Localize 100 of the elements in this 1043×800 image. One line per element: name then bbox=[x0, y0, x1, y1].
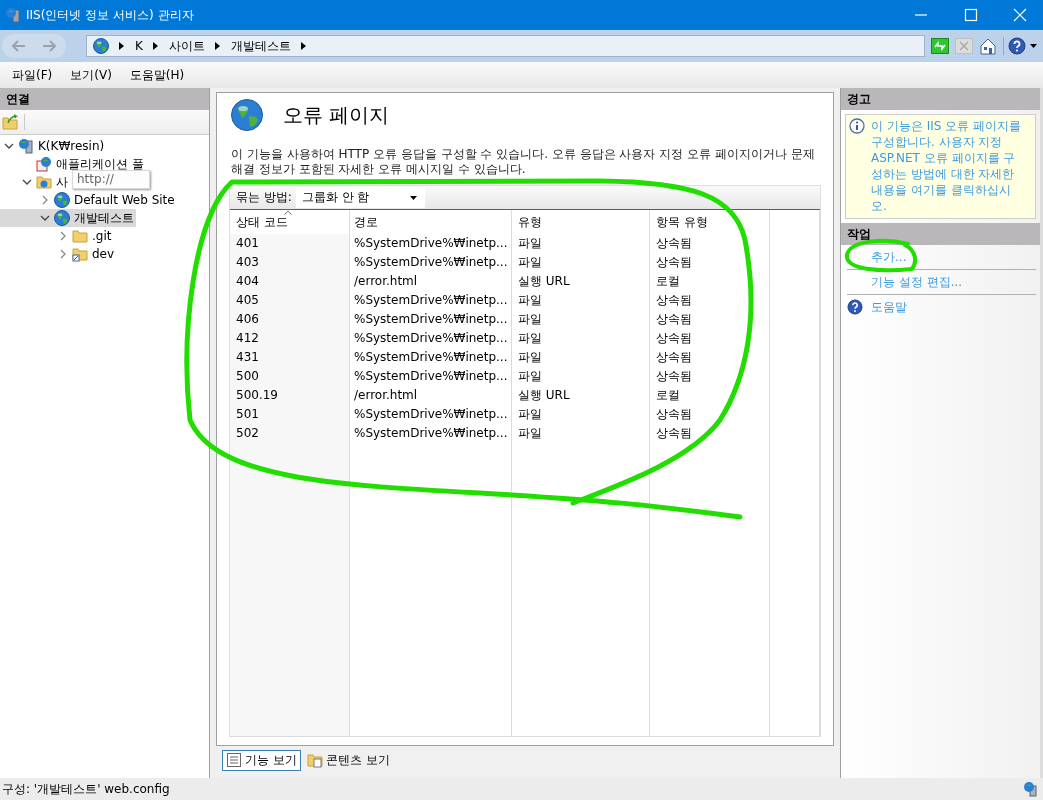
help-icon[interactable] bbox=[1008, 37, 1026, 55]
table-cell: 상속됨 bbox=[650, 253, 770, 272]
table-cell: 상속됨 bbox=[650, 234, 770, 253]
table-cell: 파일 bbox=[512, 405, 650, 424]
table-cell: 상속됨 bbox=[650, 405, 770, 424]
application-pool-icon bbox=[36, 156, 52, 172]
table-cell: 파일 bbox=[512, 253, 650, 272]
table-cell: 상속됨 bbox=[650, 348, 770, 367]
table-cell: %SystemDrive%₩inetp... bbox=[350, 234, 512, 253]
info-icon bbox=[849, 118, 865, 134]
collapse-icon[interactable] bbox=[4, 141, 14, 151]
globe-icon bbox=[231, 99, 263, 131]
tree-item[interactable]: 개발테스트 bbox=[0, 209, 136, 227]
table-cell: %SystemDrive%₩inetp... bbox=[350, 291, 512, 310]
connect-icon[interactable] bbox=[2, 114, 18, 130]
table-cell: 실행 URL bbox=[512, 272, 650, 291]
table-cell: 403 bbox=[230, 253, 350, 272]
arrow-icon[interactable] bbox=[300, 42, 307, 50]
table-cell: /error.html bbox=[350, 386, 512, 405]
breadcrumb-item[interactable]: K bbox=[135, 39, 143, 53]
status-text: 구성: '개발테스트' web.config bbox=[2, 780, 170, 798]
menu-item[interactable]: 보기(V) bbox=[68, 64, 114, 86]
table-cell: 파일 bbox=[512, 291, 650, 310]
arrow-icon[interactable] bbox=[152, 42, 159, 50]
menu-item[interactable]: 파일(F) bbox=[10, 64, 55, 86]
caret-icon[interactable] bbox=[1030, 44, 1037, 48]
close-icon[interactable] bbox=[1012, 7, 1028, 23]
address-bar[interactable]: K 사이트 개발테스트 bbox=[86, 35, 925, 57]
maximize-icon[interactable] bbox=[962, 7, 978, 23]
sort-icon[interactable] bbox=[284, 210, 292, 215]
table-cell: 파일 bbox=[512, 329, 650, 348]
table-cell: 실행 URL bbox=[512, 386, 650, 405]
arrow-icon[interactable] bbox=[214, 42, 221, 50]
table-cell: /error.html bbox=[350, 272, 512, 291]
tree-item[interactable]: dev bbox=[0, 245, 117, 263]
table-cell: 500 bbox=[230, 367, 350, 386]
breadcrumb-item[interactable]: 사이트 bbox=[168, 37, 205, 55]
panel-header: 경고 bbox=[841, 88, 1040, 110]
table-cell: 상속됨 bbox=[650, 329, 770, 348]
feature-description: 이 기능을 사용하여 HTTP 오류 응답을 구성할 수 있습니다. 오류 응답은 사용자 지정 오류 페이지이거나 문제 해결 정보가 포함된 자세한 오류 메시지일 수 있습니다. bbox=[231, 147, 816, 177]
home-icon[interactable] bbox=[979, 37, 997, 55]
view-tab[interactable]: 기능 보기 bbox=[222, 749, 301, 771]
table-cell: %SystemDrive%₩inetp... bbox=[350, 405, 512, 424]
view-tab[interactable]: 콘텐츠 보기 bbox=[302, 749, 394, 771]
server-icon bbox=[1023, 781, 1039, 797]
table-cell: 404 bbox=[230, 272, 350, 291]
panel-header: 연결 bbox=[0, 88, 209, 110]
globe-icon bbox=[54, 210, 70, 226]
table-cell: 상속됨 bbox=[650, 310, 770, 329]
table-cell: 파일 bbox=[512, 367, 650, 386]
caret-icon[interactable] bbox=[409, 195, 417, 200]
column-header[interactable]: 유형 bbox=[512, 210, 650, 234]
arrow-icon[interactable] bbox=[119, 42, 125, 50]
column-header[interactable]: 항목 유형 bbox=[650, 210, 770, 234]
expand-icon[interactable] bbox=[40, 195, 50, 205]
table-cell: 상속됨 bbox=[650, 424, 770, 443]
table-cell: 로컬 bbox=[650, 272, 770, 291]
features-view-icon bbox=[226, 752, 242, 768]
table-cell: 상속됨 bbox=[650, 367, 770, 386]
tree-item[interactable]: K(K₩resin) bbox=[0, 137, 107, 155]
table-cell: 파일 bbox=[512, 348, 650, 367]
help-icon[interactable] bbox=[847, 299, 863, 315]
server-icon bbox=[18, 138, 34, 154]
group-by-dropdown[interactable]: 그룹화 안 함 bbox=[295, 187, 425, 208]
refresh-icon[interactable] bbox=[931, 38, 949, 54]
table-cell: 412 bbox=[230, 329, 350, 348]
panel-header: 작업 bbox=[841, 223, 1040, 245]
table-cell: 파일 bbox=[512, 234, 650, 253]
table-cell: %SystemDrive%₩inetp... bbox=[350, 253, 512, 272]
help-menu-button[interactable] bbox=[1003, 37, 1037, 55]
tooltip: http:// bbox=[72, 170, 150, 189]
table-cell: %SystemDrive%₩inetp... bbox=[350, 329, 512, 348]
table-cell: 파일 bbox=[512, 310, 650, 329]
app-icon bbox=[4, 6, 22, 24]
table-cell: 500.19 bbox=[230, 386, 350, 405]
window-title: IIS(인터넷 정보 서비스) 관리자 bbox=[26, 6, 194, 24]
column-header[interactable]: 경로 bbox=[350, 210, 512, 234]
table-cell: 501 bbox=[230, 405, 350, 424]
table-cell: 405 bbox=[230, 291, 350, 310]
table-cell: 상속됨 bbox=[650, 291, 770, 310]
table-cell: 406 bbox=[230, 310, 350, 329]
shortcut-folder-icon bbox=[72, 246, 88, 262]
tree-item[interactable]: 애플리케이션 풀 bbox=[0, 155, 146, 173]
breadcrumb-item[interactable]: 개발테스트 bbox=[230, 37, 291, 55]
globe-icon bbox=[93, 38, 109, 54]
table-cell: 로컬 bbox=[650, 386, 770, 405]
table-cell: 401 bbox=[230, 234, 350, 253]
table-cell: 파일 bbox=[512, 424, 650, 443]
menu-item[interactable]: 도움말(H) bbox=[127, 64, 187, 86]
table-cell: %SystemDrive%₩inetp... bbox=[350, 348, 512, 367]
collapse-icon[interactable] bbox=[22, 177, 32, 187]
folder-icon bbox=[72, 229, 88, 243]
tree-item[interactable]: .git bbox=[0, 227, 114, 245]
tree-item[interactable]: Default Web Site bbox=[0, 191, 177, 209]
table-cell: %SystemDrive%₩inetp... bbox=[350, 424, 512, 443]
table-cell: 502 bbox=[230, 424, 350, 443]
tree-item[interactable]: 사 bbox=[0, 173, 70, 191]
collapse-icon[interactable] bbox=[40, 213, 50, 223]
feature-title: 오류 페이지 bbox=[283, 101, 390, 129]
table-cell: %SystemDrive%₩inetp... bbox=[350, 310, 512, 329]
